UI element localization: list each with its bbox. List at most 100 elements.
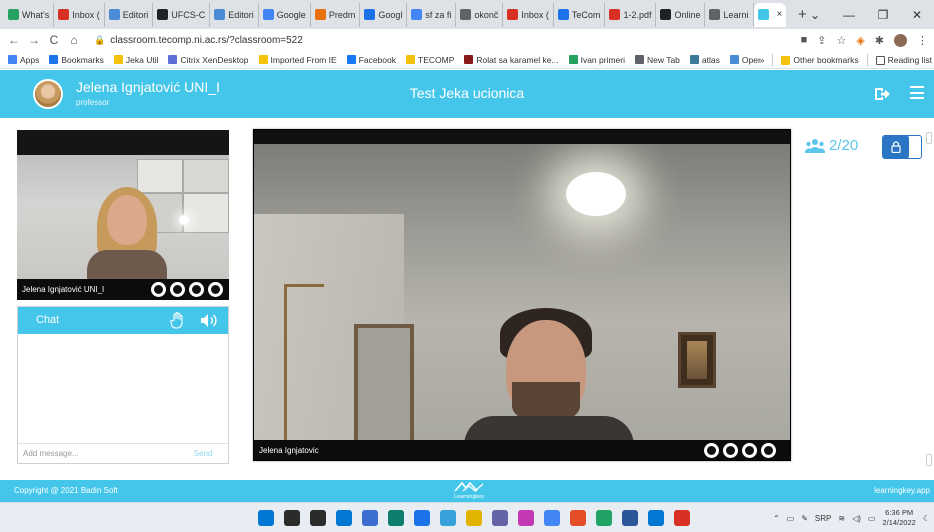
bookmark-item[interactable]: Facebook [346, 55, 396, 65]
bookmark-item[interactable]: New Tab [634, 55, 680, 65]
reading-list[interactable]: Reading list [875, 55, 932, 65]
raise-hand-icon[interactable] [170, 312, 185, 329]
share-icon[interactable]: ⇪ [817, 34, 826, 47]
taskbar-app-icon[interactable] [414, 510, 430, 526]
taskbar-app-icon[interactable] [596, 510, 612, 526]
taskbar-app-icon[interactable] [622, 510, 638, 526]
taskbar-app-icon[interactable] [258, 510, 274, 526]
url-text[interactable]: classroom.tecomp.ni.ac.rs/?classroom=522 [110, 35, 303, 46]
send-button[interactable]: Send [178, 449, 228, 458]
self-video-label-bar: Jelena Ignjatović UNI_I [17, 279, 229, 300]
scrollbar-top[interactable] [926, 132, 932, 144]
camera-icon[interactable]: ■ [801, 34, 808, 46]
browser-tab[interactable]: Learni [705, 2, 754, 27]
lock-toggle-knob[interactable] [883, 136, 909, 158]
room-lock-toggle[interactable] [882, 135, 922, 159]
chevron-up-icon[interactable]: ⌃ [773, 514, 780, 523]
browser-tab[interactable]: sf za fi [407, 2, 457, 27]
learningkey-logo-icon [454, 481, 484, 492]
taskbar-app-icon[interactable] [648, 510, 664, 526]
camera-icon[interactable] [742, 443, 757, 458]
bookmark-item[interactable]: Apps [8, 55, 39, 65]
browser-tab[interactable]: Online [656, 2, 706, 27]
extension-icon[interactable]: ◈ [856, 34, 864, 47]
bookmark-icon [464, 55, 474, 64]
taskbar-app-icon[interactable] [388, 510, 404, 526]
other-bookmarks[interactable]: Other bookmarks [781, 55, 859, 65]
bookmark-item[interactable]: Citrix XenDesktop [168, 55, 249, 65]
puzzle-icon[interactable]: ✱ [875, 34, 884, 47]
browser-tab[interactable]: Predm [311, 2, 361, 27]
fullscreen-icon[interactable] [704, 443, 719, 458]
browser-tab[interactable]: TeCom [554, 2, 606, 27]
exit-icon[interactable] [874, 86, 890, 102]
bookmark-icon [8, 55, 17, 64]
settings-icon[interactable] [208, 282, 223, 297]
hamburger-menu-icon[interactable] [910, 86, 924, 99]
close-window-button[interactable]: ✕ [900, 8, 934, 22]
bookmark-item[interactable]: Bookmarks [49, 55, 104, 65]
browser-tab[interactable]: Inbox ( [503, 2, 554, 27]
kebab-menu-icon[interactable]: ⋮ [917, 34, 928, 47]
screen-share-icon[interactable] [723, 443, 738, 458]
back-button[interactable]: ← [8, 33, 20, 47]
browser-tab[interactable]: okonč [456, 2, 504, 27]
taskbar-app-icon[interactable] [440, 510, 456, 526]
browser-tab[interactable]: 1-2.pdf [605, 2, 657, 27]
taskbar-app-icon[interactable] [544, 510, 560, 526]
taskbar-app-icon[interactable] [362, 510, 378, 526]
restore-button[interactable]: ❐ [866, 8, 900, 22]
taskbar-app-icon[interactable] [336, 510, 352, 526]
home-button[interactable]: ⌂ [68, 33, 80, 47]
forward-button[interactable]: → [28, 33, 40, 47]
clock[interactable]: 6:36 PM 2/14/2022 [882, 508, 915, 528]
pen-icon[interactable]: ✎ [801, 514, 808, 523]
browser-tab[interactable]: Inbox ( [54, 2, 105, 27]
settings-icon[interactable] [761, 443, 776, 458]
close-tab-icon[interactable]: × [777, 9, 783, 20]
browser-tab[interactable]: Editori [210, 2, 259, 27]
browser-tab[interactable]: × [753, 2, 787, 27]
browser-tab[interactable]: What's [4, 2, 55, 27]
taskbar-app-icon[interactable] [466, 510, 482, 526]
bookmark-item[interactable]: TECOMP [406, 55, 454, 65]
taskbar-app-icon[interactable] [570, 510, 586, 526]
taskbar-app-icon[interactable] [492, 510, 508, 526]
star-icon[interactable]: ☆ [836, 34, 846, 47]
bookmark-item[interactable]: atlas [689, 55, 720, 65]
language-indicator[interactable]: SRP [815, 514, 831, 523]
bookmark-item[interactable]: Ivan primeri [568, 55, 625, 65]
browser-tab[interactable]: Editori [105, 2, 154, 27]
fullscreen-icon[interactable] [151, 282, 166, 297]
taskbar-app-icon[interactable] [310, 510, 326, 526]
tab-search-button[interactable]: ⌄ [798, 8, 832, 22]
browser-tab[interactable]: Google [259, 2, 311, 27]
browser-tab[interactable]: Googl [360, 2, 408, 27]
wifi-icon[interactable]: ≋ [838, 514, 845, 523]
browser-tab[interactable]: UFCS-C [153, 2, 211, 27]
battery-icon[interactable]: ▭ [868, 514, 876, 523]
bookmark-item[interactable]: Rolat sa karamel ke... [464, 55, 559, 65]
site-link[interactable]: learningkey.app [874, 486, 930, 495]
brand-name: Learningkey [454, 494, 484, 500]
taskbar-app-icon[interactable] [284, 510, 300, 526]
camera-icon[interactable] [189, 282, 204, 297]
reload-button[interactable]: C [48, 33, 60, 47]
bookmarks-more-button[interactable]: » [760, 55, 765, 65]
screen-share-icon[interactable] [170, 282, 185, 297]
bookmark-item[interactable]: Jeka Util [113, 55, 158, 65]
lock-icon[interactable]: 🔒 [94, 35, 105, 46]
url-field[interactable]: 🔒 classroom.tecomp.ni.ac.rs/?classroom=5… [94, 35, 303, 46]
minimize-button[interactable]: — [832, 8, 866, 22]
taskbar-app-icon[interactable] [518, 510, 534, 526]
ceiling-tile [183, 193, 229, 233]
chat-message-input[interactable] [18, 449, 178, 458]
taskbar-app-icon[interactable] [674, 510, 690, 526]
keyboard-icon[interactable]: ▭ [787, 514, 795, 523]
bookmark-item[interactable]: Imported From IE [258, 55, 337, 65]
scrollbar-bottom[interactable] [926, 454, 932, 466]
profile-avatar-icon[interactable] [894, 33, 907, 47]
volume-icon[interactable]: ◁) [852, 514, 861, 523]
notifications-icon[interactable]: ☾ [923, 514, 930, 523]
speaker-icon[interactable] [200, 313, 218, 328]
